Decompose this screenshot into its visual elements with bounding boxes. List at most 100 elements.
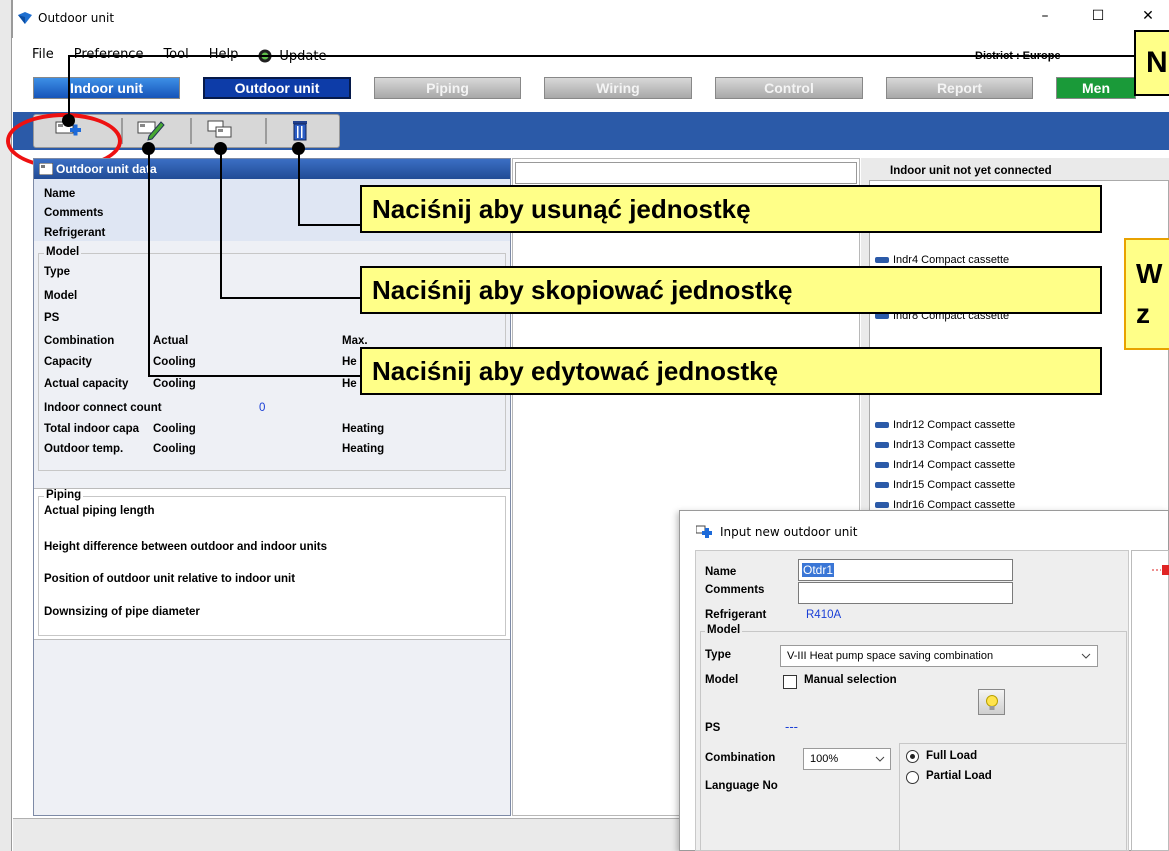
delete-unit-icon[interactable] [286,119,314,141]
dialog-model-group-label: Model [705,624,743,636]
maximize-button[interactable]: ☐ [1088,8,1108,28]
delete-leader-line [298,224,360,226]
list-item[interactable]: Indr14 Compact cassette [875,457,1015,473]
indoor-unit-icon [875,442,889,448]
combination-label: Combination [44,335,115,347]
chevron-down-icon [1081,653,1091,659]
type-label: Type [44,266,70,278]
name-label: Name [44,188,76,200]
tab-wiring[interactable]: Wiring [544,77,692,99]
downsizing-label: Downsizing of pipe diameter [44,606,200,618]
model-label: Model [44,290,78,302]
actual-capacity-cooling: Cooling [153,378,196,390]
delete-leader-line [298,148,300,226]
dialog-combination-value: 100% [810,753,839,765]
combination-actual: Actual [153,335,189,347]
new-callout: N [1134,30,1169,96]
dialog-ps-label: PS [705,722,721,734]
piping-group-label: Piping [44,489,84,501]
tab-indoor-unit[interactable]: Indoor unit [33,77,180,99]
edit-unit-icon[interactable] [137,119,165,141]
dialog-combination-label: Combination [705,752,776,764]
capacity-heating: He [342,356,357,368]
refrigerant-label: Refrigerant [44,227,106,239]
list-item[interactable]: Indr13 Compact cassette [875,437,1015,453]
new-leader-line [68,55,1134,57]
capacity-cooling: Cooling [153,356,196,368]
chevron-down-icon [875,756,885,762]
edit-leader-dot [142,142,155,155]
right-callout: W z [1124,238,1169,350]
lightbulb-button[interactable] [978,689,1005,715]
minimize-button[interactable]: – [1035,8,1055,28]
tab-outdoor-unit[interactable]: Outdoor unit [203,77,351,99]
dialog-preview-pane [1131,550,1169,851]
copy-leader-line [220,297,360,299]
total-indoor-capa-label: Total indoor capa [44,423,139,435]
window-title: Outdoor unit [38,11,115,25]
dialog-type-label: Type [705,649,731,661]
full-load-radio[interactable] [906,750,919,763]
copy-unit-icon[interactable] [207,119,235,141]
partial-load-label: Partial Load [926,770,992,782]
title-bar [12,0,1169,38]
position-outdoor-label: Position of outdoor unit relative to ind… [44,573,296,585]
ps-label: PS [44,312,60,324]
indoor-unit-icon [875,462,889,468]
add-unit-icon [696,525,712,538]
list-item[interactable]: Indr15 Compact cassette [875,477,1015,493]
dialog-name-value: Otdr1 [802,563,835,577]
edit-leader-line [148,148,150,377]
app-icon [18,12,32,24]
right-callout-line2: z [1136,298,1150,329]
error-marker-icon [1152,565,1169,575]
indoor-connect-count-value: 0 [259,402,266,414]
dialog-comments-label: Comments [705,584,765,596]
manual-selection-checkbox[interactable] [783,675,797,689]
height-difference-label: Height difference between outdoor and in… [44,541,328,553]
new-leader-dot [62,114,75,127]
edit-leader-line [148,375,360,377]
outdoor-temp-cooling: Cooling [153,443,196,455]
tab-menu[interactable]: Men [1056,77,1136,99]
dialog-ps-value: --- [785,719,798,734]
list-item[interactable]: Indr12 Compact cassette [875,417,1015,433]
actual-capacity-heating: He [342,378,357,390]
dialog-name-input[interactable]: Otdr1 [798,559,1013,581]
dialog-comments-input[interactable] [798,582,1013,604]
copy-callout: Naciśnij aby skopiować jednostkę [360,266,1102,314]
dialog-refrigerant-label: Refrigerant [705,609,767,621]
outdoor-temp-label: Outdoor temp. [44,443,124,455]
copy-leader-dot [214,142,227,155]
indoor-unit-icon [875,422,889,428]
actual-piping-length-label: Actual piping length [44,505,155,517]
indoor-unit-icon [875,482,889,488]
lightbulb-icon [986,695,998,710]
menu-file[interactable]: File [28,47,58,65]
dialog-model-label: Model [705,674,739,686]
dialog-name-label: Name [705,566,737,578]
comments-label: Comments [44,207,104,219]
toolbar-separator [265,118,267,144]
tab-piping[interactable]: Piping [374,77,521,99]
partial-load-radio[interactable] [906,771,919,784]
actual-capacity-label: Actual capacity [44,378,129,390]
edit-callout: Naciśnij aby edytować jednostkę [360,347,1102,395]
copy-leader-line [220,148,222,298]
dialog-type-select[interactable]: V-III Heat pump space saving combination [780,645,1098,667]
outdoor-unit-icon [39,163,53,175]
background-window-strip [0,0,12,851]
panel-title: Outdoor unit data [34,159,510,179]
combination-max: Max. [342,335,368,347]
model-group-label: Model [44,246,82,258]
indoor-connect-count-label: Indoor connect count [44,402,162,414]
dialog-combination-select[interactable]: 100% [803,748,891,770]
dialog-type-value: V-III Heat pump space saving combination [787,650,994,662]
tab-report[interactable]: Report [886,77,1033,99]
close-button[interactable]: ✕ [1138,8,1158,28]
total-indoor-heating: Heating [342,423,385,435]
indoor-unit-icon [875,257,889,263]
delete-callout: Naciśnij aby usunąć jednostkę [360,185,1102,233]
tab-control[interactable]: Control [715,77,863,99]
total-indoor-cooling: Cooling [153,423,196,435]
